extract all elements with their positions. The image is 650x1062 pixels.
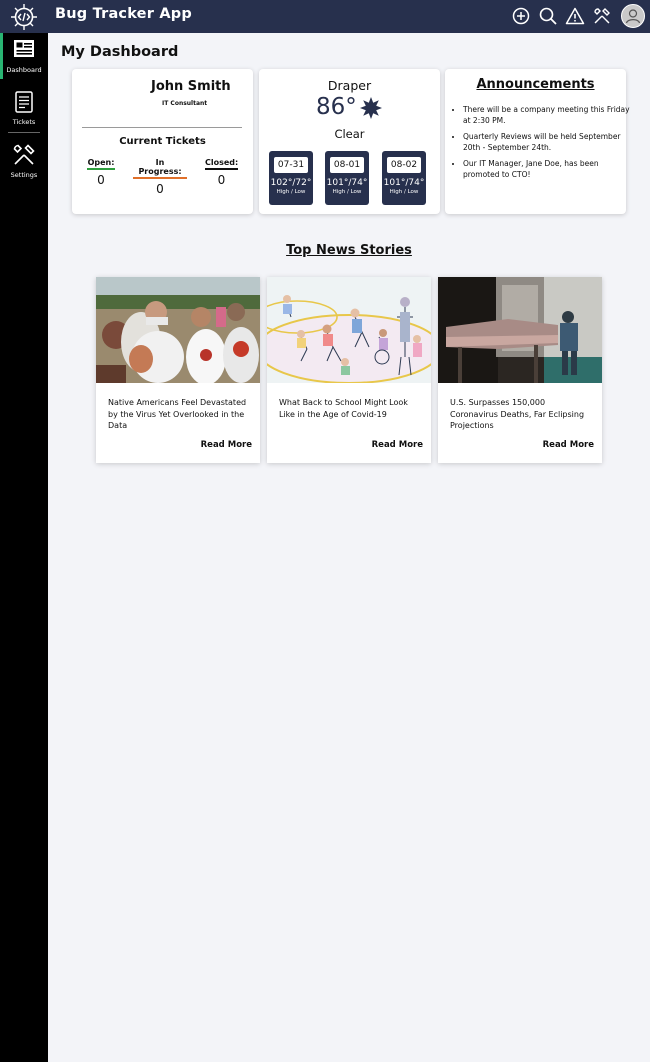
forecast-label: High / Low xyxy=(276,189,306,195)
user-tickets-card: John Smith IT Consultant Current Tickets… xyxy=(72,69,253,214)
forecast-temps: 101°/74° xyxy=(383,178,425,188)
forecast-temps: 102°/72° xyxy=(270,178,312,188)
news-image[interactable] xyxy=(96,277,260,383)
weather-temp: 86° xyxy=(316,94,357,120)
news-image[interactable] xyxy=(267,277,431,383)
in-progress-count: 0 xyxy=(156,182,164,196)
weather-card: Draper 86° Clear 07-31 102°/72° High / L… xyxy=(259,69,440,214)
add-icon[interactable] xyxy=(511,6,531,26)
read-more-link[interactable]: Read More xyxy=(372,440,423,450)
announcement-item: There will be a company meeting this Fri… xyxy=(463,105,631,126)
announcements-list: There will be a company meeting this Fri… xyxy=(453,105,631,186)
forecast-temps: 101°/74° xyxy=(326,178,368,188)
forecast-label: High / Low xyxy=(332,189,362,195)
read-more-link[interactable]: Read More xyxy=(201,440,252,450)
closed-count: 0 xyxy=(217,173,226,187)
forecast-day: 08-01 101°/74° High / Low xyxy=(325,151,369,205)
sidebar-item-settings[interactable]: Settings xyxy=(0,138,48,186)
search-icon[interactable] xyxy=(538,6,558,26)
forecast-date: 08-02 xyxy=(387,157,421,173)
alert-icon[interactable] xyxy=(565,6,585,26)
sun-icon xyxy=(360,97,382,119)
in-progress-underline xyxy=(133,177,187,179)
closed-label: Closed: xyxy=(205,158,239,167)
news-image[interactable] xyxy=(438,277,602,383)
open-underline xyxy=(87,168,115,170)
tools-icon[interactable] xyxy=(592,6,612,26)
forecast-day: 08-02 101°/74° High / Low xyxy=(382,151,426,205)
announcements-card: Announcements There will be a company me… xyxy=(445,69,630,214)
sidebar-item-label: Settings xyxy=(10,171,38,179)
announcement-item: Our IT Manager, Jane Doe, has been promo… xyxy=(463,159,631,180)
news-headline: What Back to School Might Look Like in t… xyxy=(279,398,408,419)
news-card[interactable]: U.S. Surpasses 150,000 Coronavirus Death… xyxy=(438,277,602,463)
news-card[interactable]: What Back to School Might Look Like in t… xyxy=(267,277,431,463)
user-name: John Smith xyxy=(151,79,231,94)
sidebar-item-tickets[interactable]: Tickets xyxy=(0,85,48,133)
weather-condition: Clear xyxy=(334,127,365,141)
bug-logo-icon[interactable] xyxy=(10,3,38,31)
app-title: Bug Tracker App xyxy=(55,6,192,22)
in-progress-label: In Progress: xyxy=(138,158,182,176)
page-title: My Dashboard xyxy=(61,44,179,60)
top-bar: Bug Tracker App xyxy=(0,0,650,33)
closed-underline xyxy=(205,168,238,170)
read-more-link[interactable]: Read More xyxy=(543,440,594,450)
closed-tickets[interactable]: Closed: 0 xyxy=(205,158,238,187)
forecast-date: 07-31 xyxy=(274,157,308,173)
sidebar-item-label: Dashboard xyxy=(6,66,42,74)
card-divider xyxy=(82,127,242,128)
forecast-label: High / Low xyxy=(389,189,419,195)
news-headline: U.S. Surpasses 150,000 Coronavirus Death… xyxy=(450,398,585,430)
tickets-title: Current Tickets xyxy=(119,136,206,147)
news-headline: Native Americans Feel Devastated by the … xyxy=(108,398,247,430)
settings-icon xyxy=(13,144,35,165)
tickets-icon xyxy=(15,91,33,113)
dashboard-icon xyxy=(14,40,34,57)
announcement-item: Quarterly Reviews will be held September… xyxy=(463,132,631,153)
news-card[interactable]: Native Americans Feel Devastated by the … xyxy=(96,277,260,463)
weather-city: Draper xyxy=(327,78,372,93)
in-progress-tickets[interactable]: In Progress: 0 xyxy=(133,158,187,196)
user-role: IT Consultant xyxy=(162,100,208,107)
open-count: 0 xyxy=(97,173,105,187)
open-tickets[interactable]: Open: 0 xyxy=(87,158,115,187)
sidebar-item-dashboard[interactable]: Dashboard xyxy=(0,33,48,81)
sidebar-item-label: Tickets xyxy=(12,118,36,126)
sidebar: Dashboard Tickets Settings xyxy=(0,33,48,1062)
user-avatar[interactable] xyxy=(621,4,645,28)
announcements-title: Announcements xyxy=(476,77,595,92)
news-section-title: Top News Stories xyxy=(286,243,412,258)
open-label: Open: xyxy=(87,158,115,167)
forecast-date: 08-01 xyxy=(330,157,364,173)
forecast-day: 07-31 102°/72° High / Low xyxy=(269,151,313,205)
sidebar-divider xyxy=(8,132,40,133)
